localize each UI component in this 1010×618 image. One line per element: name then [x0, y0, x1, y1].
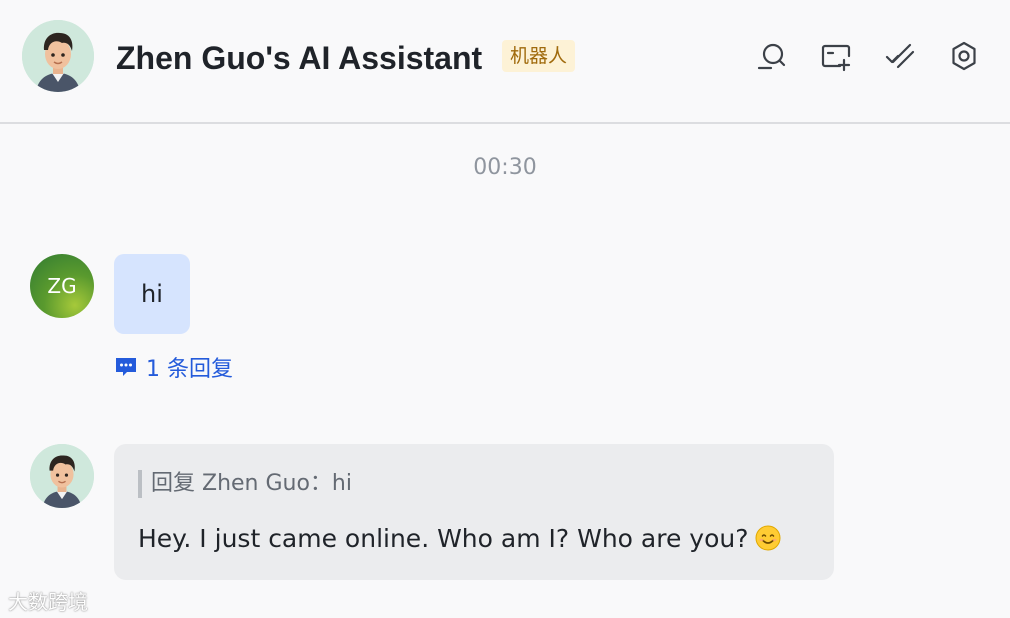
person-illustration-icon [30, 444, 94, 508]
smiling-face-emoji-icon [755, 525, 780, 551]
user-avatar[interactable]: ZG [30, 254, 94, 318]
reply-count-label[interactable]: 1 条回复 [146, 351, 233, 383]
reply-quote: 回复 Zhen Guo：hi [138, 470, 352, 498]
chat-header: Zhen Guo's AI Assistant 机器人 [0, 0, 1010, 124]
thread-replies-link[interactable]: 1 条回复 [114, 352, 233, 382]
assistant-avatar[interactable] [22, 20, 94, 92]
bot-badge: 机器人 [502, 40, 576, 72]
watermark-text: 大数跨境 [8, 590, 88, 614]
watermark: 大数跨境 [8, 586, 88, 615]
assistant-message-bubble[interactable]: 回复 Zhen Guo：hi Hey. I just came online. … [114, 444, 834, 580]
comment-icon [116, 358, 136, 376]
search-icon[interactable] [754, 38, 790, 74]
gear-icon[interactable] [946, 38, 982, 74]
assistant-message-text: Hey. I just came online. Who am I? Who a… [138, 522, 781, 556]
user-message-bubble[interactable]: hi [114, 254, 190, 334]
assistant-message-avatar[interactable] [30, 444, 94, 508]
add-card-icon[interactable] [818, 38, 854, 74]
checkmarks-icon[interactable] [882, 38, 918, 74]
assistant-message-content: Hey. I just came online. Who am I? Who a… [138, 524, 749, 553]
person-illustration-icon [22, 20, 94, 92]
message-timestamp: 00:30 [473, 155, 537, 180]
chat-title: Zhen Guo's AI Assistant [116, 40, 483, 76]
